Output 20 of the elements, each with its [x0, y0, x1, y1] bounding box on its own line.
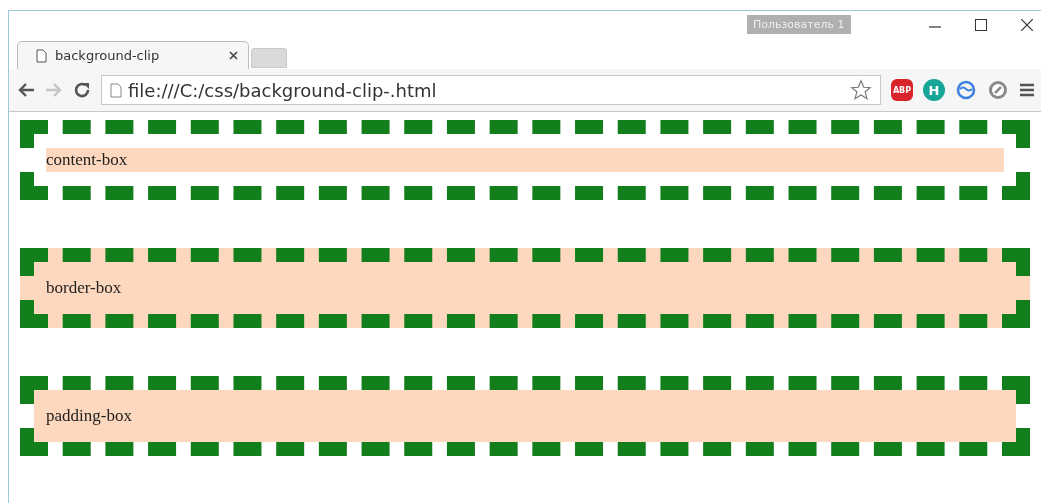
adblock-icon[interactable]: ABP [891, 79, 913, 101]
star-icon[interactable] [850, 79, 872, 101]
page-icon [36, 48, 47, 63]
url-text: file:///C:/css/background-clip-.html [128, 79, 438, 101]
compass-icon[interactable] [987, 79, 1009, 101]
maximize-icon[interactable] [975, 19, 987, 31]
box-label: padding-box [46, 406, 132, 425]
reload-icon[interactable] [73, 81, 91, 99]
close-icon[interactable] [1021, 19, 1033, 31]
menu-icon[interactable] [1019, 82, 1035, 98]
tab-title: background-clip [55, 48, 161, 63]
page-icon [110, 82, 122, 98]
box-label: content-box [46, 150, 128, 169]
extension-icon[interactable]: H [923, 79, 945, 101]
box-label: border-box [46, 278, 122, 297]
close-icon[interactable] [229, 51, 238, 60]
address-bar[interactable]: file:///C:/css/background-clip-.html [101, 75, 881, 105]
browser-tab[interactable]: background-clip [17, 41, 249, 69]
back-icon[interactable] [17, 82, 35, 98]
sync-icon[interactable] [955, 79, 977, 101]
